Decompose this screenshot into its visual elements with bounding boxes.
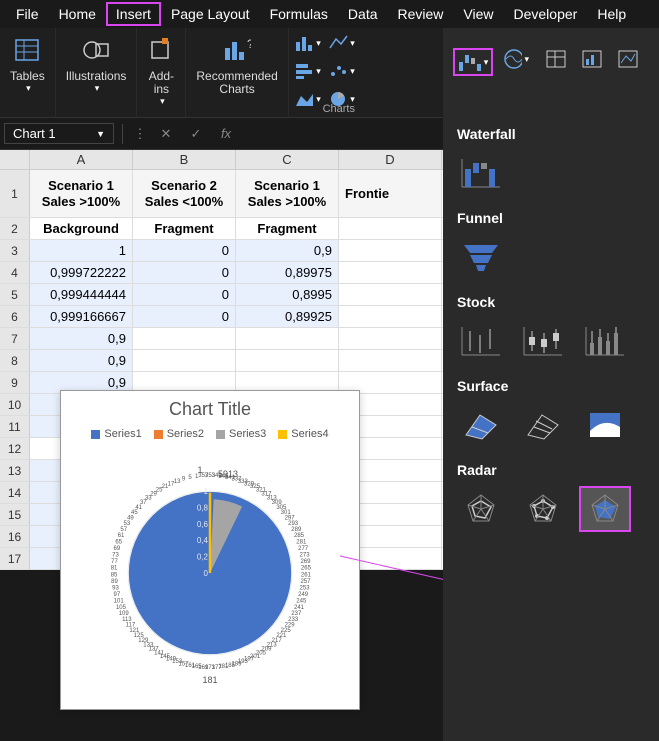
stock-chart-option-1[interactable] [457, 320, 505, 362]
surface-chart-option-1[interactable] [457, 404, 505, 446]
gallery-funnel-section: Funnel [443, 202, 659, 286]
chart-gallery-panel: ▾ ▾ Waterfall Funnel Stock [443, 28, 659, 741]
radar-chart-option-filled[interactable] [581, 488, 629, 530]
chart-sparkline-button[interactable] [579, 48, 605, 70]
funnel-chart-option[interactable] [457, 236, 505, 278]
gallery-surface-section: Surface [443, 370, 659, 454]
gallery-stock-section: Stock [443, 286, 659, 370]
gallery-section-title: Surface [457, 378, 645, 394]
gallery-section-title: Funnel [457, 210, 645, 226]
chart-pivot-button[interactable] [543, 48, 569, 70]
radar-chart-option-1[interactable] [457, 488, 505, 530]
chart-more-button[interactable] [615, 48, 641, 70]
chart-map-button[interactable]: ▾ [503, 48, 529, 70]
gallery-section-title: Waterfall [457, 126, 645, 142]
stock-chart-option-2[interactable] [519, 320, 567, 362]
stock-chart-option-3[interactable] [581, 320, 629, 362]
surface-chart-option-3[interactable] [581, 404, 629, 446]
surface-chart-option-2[interactable] [519, 404, 567, 446]
gallery-section-title: Stock [457, 294, 645, 310]
gallery-radar-section: Radar [443, 454, 659, 538]
radar-chart-option-2[interactable] [519, 488, 567, 530]
chart-waterfall-dropdown[interactable]: ▾ [453, 48, 493, 76]
waterfall-chart-option[interactable] [457, 152, 505, 194]
gallery-waterfall-section: Waterfall [443, 118, 659, 202]
gallery-section-title: Radar [457, 462, 645, 478]
